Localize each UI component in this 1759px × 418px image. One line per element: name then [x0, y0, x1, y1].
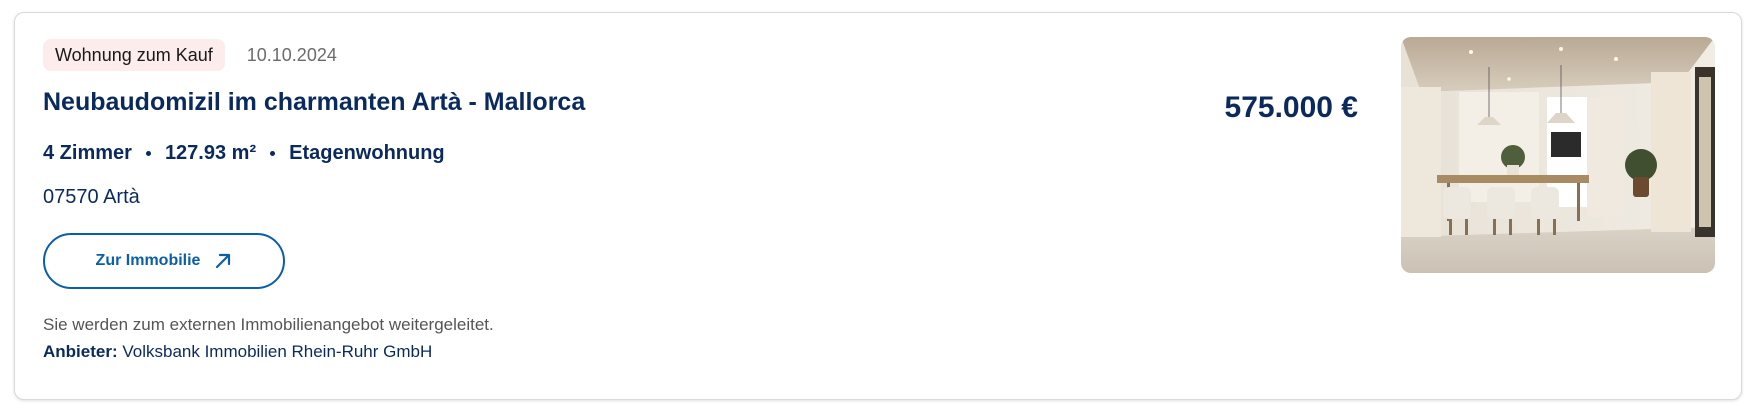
view-property-label: Zur Immobilie	[95, 252, 201, 269]
provider-label: Anbieter:	[43, 342, 118, 361]
property-photo[interactable]	[1401, 37, 1715, 273]
arrow-up-right-icon	[214, 252, 232, 270]
redirect-notice: Sie werden zum externen Immobilienangebo…	[43, 315, 494, 334]
provider-line: Anbieter: Volksbank Immobilien Rhein-Ruh…	[43, 340, 1203, 364]
rooms-fact: 4 Zimmer	[43, 142, 132, 164]
listing-date: 10.10.2024	[246, 44, 337, 65]
meta-row: Wohnung zum Kauf 10.10.2024	[43, 39, 1203, 71]
listing-facts: 4 Zimmer 127.93 m² Etagenwohnung	[43, 139, 1203, 167]
listing-type-badge: Wohnung zum Kauf	[43, 39, 225, 71]
provider-name: Volksbank Immobilien Rhein-Ruhr GmbH	[122, 342, 433, 361]
listing-card: Wohnung zum Kauf 10.10.2024 Neubaudomizi…	[14, 12, 1742, 400]
separator-dot	[270, 150, 276, 156]
view-property-button[interactable]: Zur Immobilie	[43, 233, 285, 289]
property-type-fact: Etagenwohnung	[289, 142, 445, 164]
interior-illustration	[1401, 37, 1715, 273]
listing-location: 07570 Artà	[43, 186, 140, 208]
area-fact: 127.93 m²	[164, 142, 257, 164]
listing-details: Wohnung zum Kauf 10.10.2024 Neubaudomizi…	[43, 39, 1203, 364]
listing-title[interactable]: Neubaudomizil im charmanten Artà - Mallo…	[43, 85, 1203, 119]
listing-price: 575.000 €	[1224, 91, 1358, 124]
separator-dot	[145, 150, 151, 156]
